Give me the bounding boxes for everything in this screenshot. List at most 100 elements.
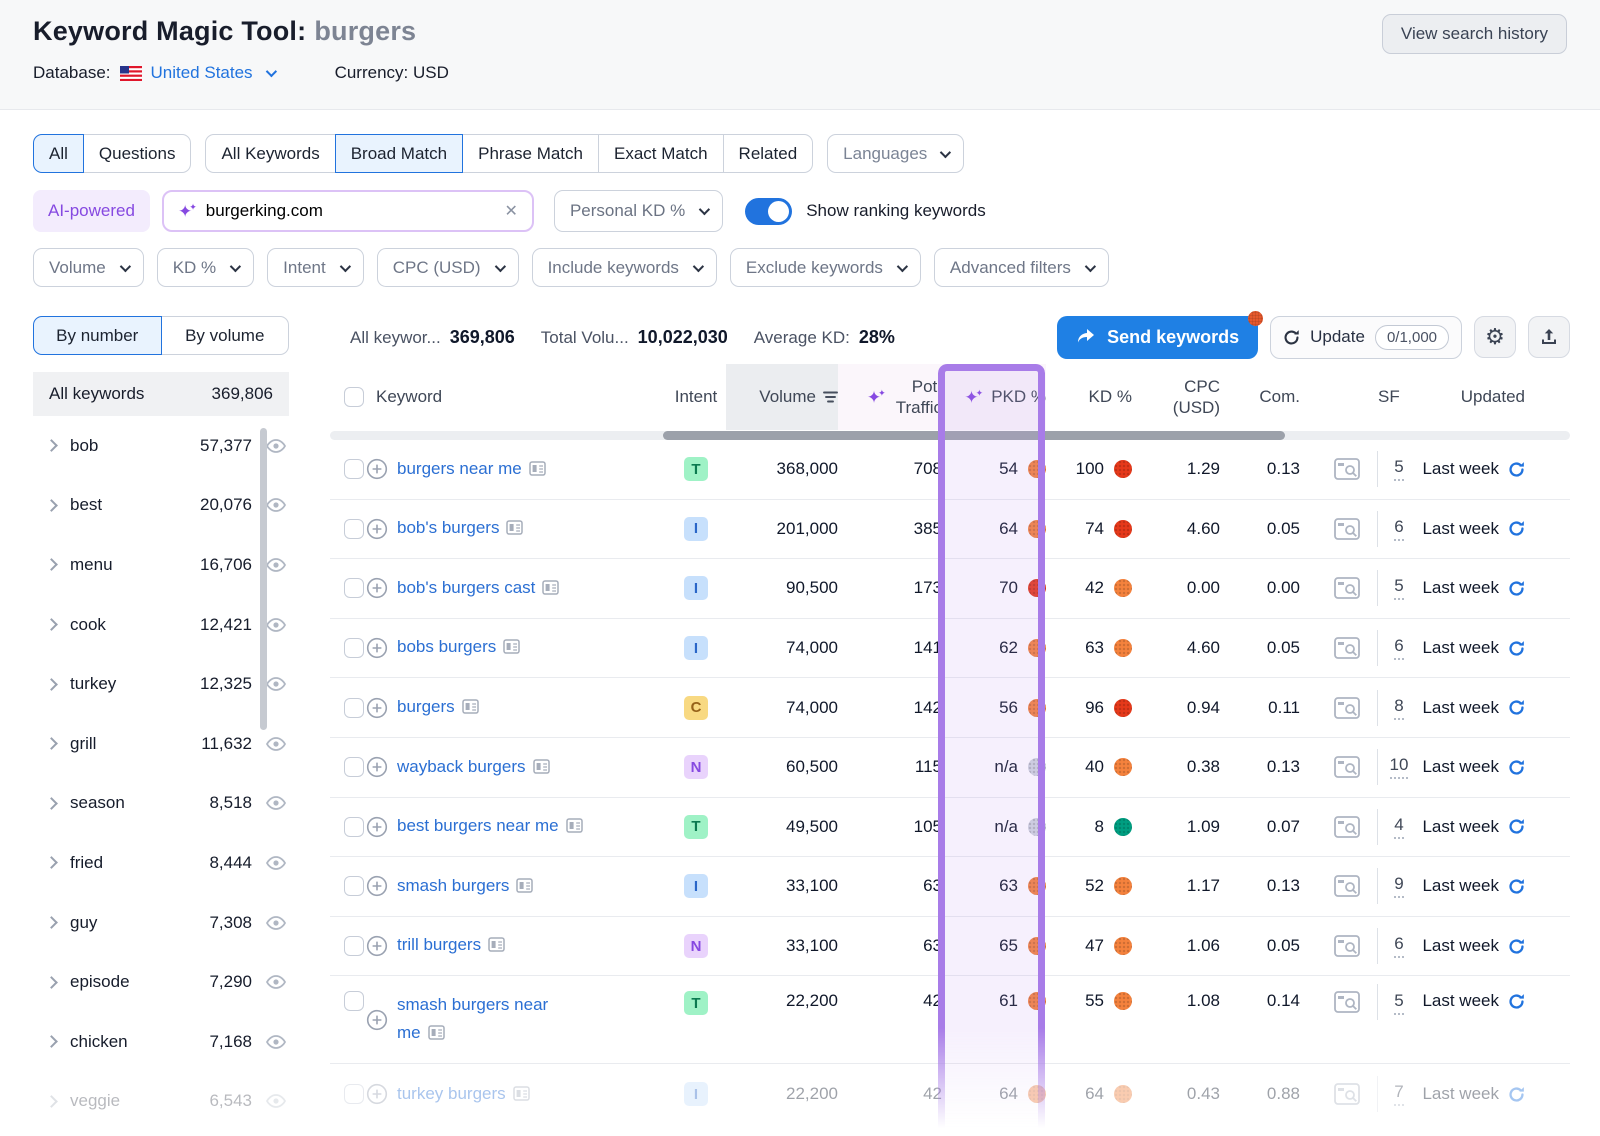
refresh-icon[interactable] [1508, 520, 1525, 537]
filter-button[interactable]: Include keywords [532, 248, 717, 287]
filter-button[interactable]: Exclude keywords [730, 248, 921, 287]
tab-phrase-match[interactable]: Phrase Match [462, 134, 599, 173]
serp-preview-icon[interactable] [566, 814, 583, 841]
view-search-history-button[interactable]: View search history [1382, 14, 1567, 54]
add-keyword-icon[interactable] [366, 1009, 388, 1031]
row-checkbox[interactable] [344, 936, 364, 956]
keyword-search-input[interactable] [206, 201, 496, 221]
chevron-right-icon[interactable] [45, 439, 58, 452]
refresh-icon[interactable] [1508, 580, 1525, 597]
serp-view-icon[interactable] [1334, 518, 1360, 540]
eye-icon[interactable] [266, 916, 286, 930]
col-intent[interactable]: Intent [666, 364, 726, 430]
keyword-group-item[interactable]: menu 16,706 [33, 535, 289, 595]
refresh-icon[interactable] [1508, 461, 1525, 478]
serp-preview-icon[interactable] [533, 755, 550, 782]
serp-view-icon[interactable] [1334, 637, 1360, 659]
sf-value[interactable]: 6 [1394, 517, 1403, 541]
chevron-right-icon[interactable] [45, 916, 58, 929]
col-keyword[interactable]: Keyword [366, 364, 666, 430]
refresh-icon[interactable] [1508, 759, 1525, 776]
eye-icon[interactable] [266, 737, 286, 751]
refresh-icon[interactable] [1508, 640, 1525, 657]
tab-related[interactable]: Related [723, 134, 814, 173]
col-kd[interactable]: KD % [1046, 364, 1142, 430]
serp-view-icon[interactable] [1334, 756, 1360, 778]
row-checkbox[interactable] [344, 876, 364, 896]
add-keyword-icon[interactable] [366, 816, 388, 838]
refresh-icon[interactable] [1508, 1086, 1525, 1103]
clear-input-icon[interactable]: ✕ [505, 201, 518, 221]
intent-badge[interactable]: I [684, 1082, 708, 1106]
horizontal-scrollbar-track[interactable] [330, 431, 1570, 440]
sf-value[interactable]: 5 [1394, 991, 1403, 1015]
serp-view-icon[interactable] [1334, 875, 1360, 897]
col-pkd[interactable]: ✦✦ PKD % [942, 364, 1046, 430]
tab-all-keywords[interactable]: All Keywords [205, 134, 335, 173]
chevron-down-icon[interactable] [265, 66, 276, 77]
keyword-group-item[interactable]: episode 7,290 [33, 952, 289, 1012]
row-checkbox[interactable] [344, 459, 364, 479]
keyword-link[interactable]: smash burgers near me [397, 995, 548, 1041]
serp-view-icon[interactable] [1334, 1083, 1360, 1105]
sf-value[interactable]: 4 [1394, 815, 1403, 839]
chevron-right-icon[interactable] [45, 857, 58, 870]
add-keyword-icon[interactable] [366, 697, 388, 719]
eye-icon[interactable] [266, 558, 286, 572]
keyword-link[interactable]: burgers near me [397, 459, 522, 478]
row-checkbox[interactable] [344, 519, 364, 539]
keyword-search-box[interactable]: ✦✦ ✕ [162, 190, 534, 232]
chevron-right-icon[interactable] [45, 797, 58, 810]
keyword-group-item[interactable]: chicken 7,168 [33, 1012, 289, 1072]
add-keyword-icon[interactable] [366, 1083, 388, 1105]
keyword-group-item[interactable]: fried 8,444 [33, 833, 289, 893]
keyword-group-item[interactable]: bob 57,377 [33, 416, 289, 476]
intent-badge[interactable]: I [684, 517, 708, 541]
show-ranking-toggle[interactable] [745, 198, 792, 225]
chevron-right-icon[interactable] [45, 1095, 58, 1108]
col-com[interactable]: Com. [1238, 364, 1316, 430]
eye-icon[interactable] [266, 439, 286, 453]
eye-icon[interactable] [266, 1035, 286, 1049]
row-checkbox[interactable] [344, 698, 364, 718]
chevron-right-icon[interactable] [45, 499, 58, 512]
filter-button[interactable]: Volume [33, 248, 144, 287]
keyword-group-item[interactable]: best 20,076 [33, 476, 289, 536]
intent-badge[interactable]: T [684, 991, 708, 1015]
keyword-link[interactable]: smash burgers [397, 876, 509, 895]
database-selector[interactable]: United States [151, 63, 253, 83]
intent-badge[interactable]: C [684, 696, 708, 720]
filter-button[interactable]: KD % [157, 248, 254, 287]
tab-questions[interactable]: Questions [83, 134, 192, 173]
intent-badge[interactable]: T [684, 457, 708, 481]
all-keywords-row[interactable]: All keywords 369,806 [33, 372, 289, 416]
keyword-group-item[interactable]: turkey 12,325 [33, 654, 289, 714]
sf-value[interactable]: 7 [1394, 1082, 1403, 1106]
serp-view-icon[interactable] [1334, 697, 1360, 719]
keyword-group-item[interactable]: cook 12,421 [33, 595, 289, 655]
serp-preview-icon[interactable] [542, 576, 559, 603]
chevron-right-icon[interactable] [45, 1035, 58, 1048]
serp-preview-icon[interactable] [488, 933, 505, 960]
row-checkbox[interactable] [344, 991, 364, 1011]
tab-all[interactable]: All [33, 134, 84, 173]
select-all-checkbox[interactable] [344, 387, 364, 407]
keyword-link[interactable]: bob's burgers [397, 518, 499, 537]
keyword-group-item[interactable]: season 8,518 [33, 774, 289, 834]
intent-badge[interactable]: I [684, 576, 708, 600]
serp-view-icon[interactable] [1334, 991, 1360, 1013]
col-updated[interactable]: Updated [1420, 364, 1570, 430]
eye-icon[interactable] [266, 1094, 286, 1108]
serp-preview-icon[interactable] [428, 1021, 445, 1048]
serp-view-icon[interactable] [1334, 577, 1360, 599]
add-keyword-icon[interactable] [366, 756, 388, 778]
serp-preview-icon[interactable] [462, 695, 479, 722]
eye-icon[interactable] [266, 856, 286, 870]
horizontal-scrollbar-thumb[interactable] [663, 431, 1285, 440]
intent-badge[interactable]: I [684, 874, 708, 898]
keyword-group-item[interactable]: veggie 6,543 [33, 1072, 289, 1132]
sf-value[interactable]: 5 [1394, 576, 1403, 600]
intent-badge[interactable]: N [684, 934, 708, 958]
add-keyword-icon[interactable] [366, 875, 388, 897]
refresh-icon[interactable] [1508, 818, 1525, 835]
